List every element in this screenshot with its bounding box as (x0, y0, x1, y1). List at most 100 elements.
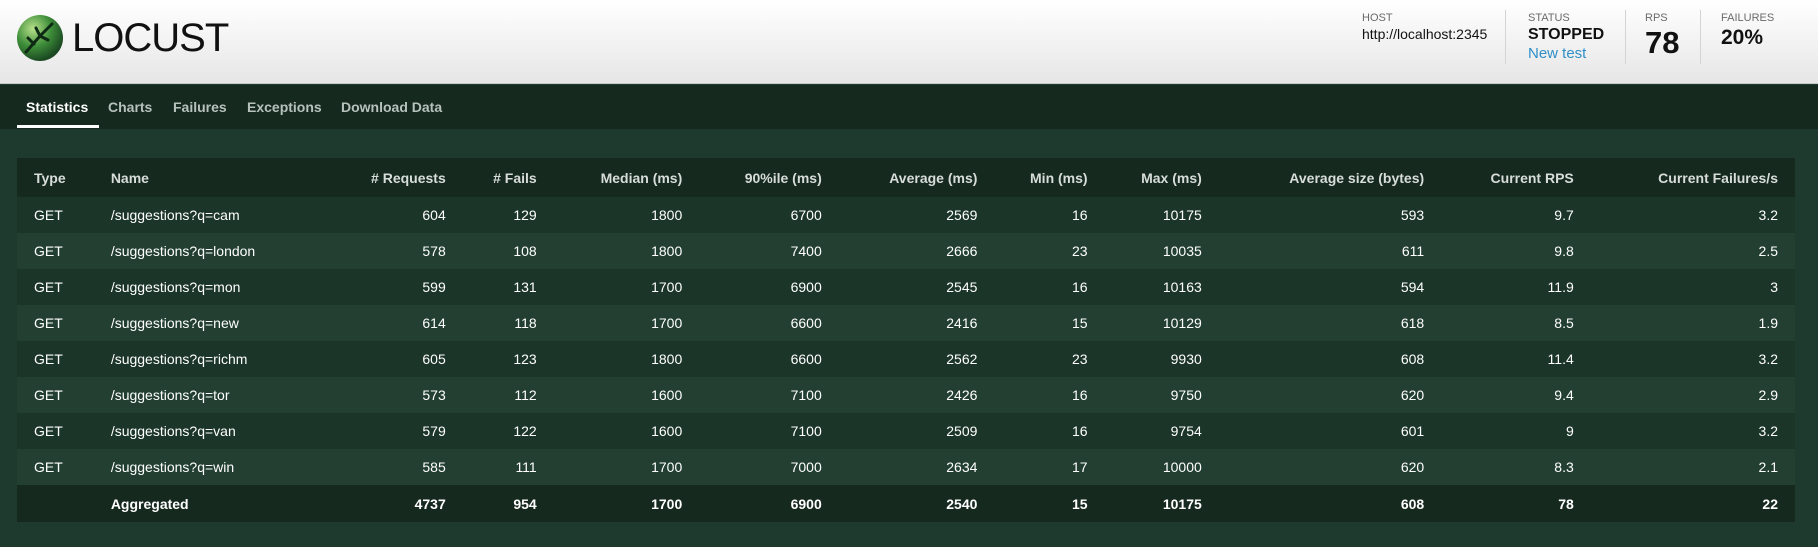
aggregated-cell: 4737 (414, 495, 446, 512)
table-cell: /suggestions?q=new (110, 315, 239, 331)
status-value: STOPPED (1528, 26, 1605, 43)
column-header[interactable]: # Requests (296, 158, 463, 197)
table-cell: 6700 (790, 207, 822, 223)
table-cell: 10163 (1162, 279, 1202, 295)
column-header[interactable]: Min (ms) (994, 158, 1104, 197)
table-cell: 3 (1770, 279, 1778, 295)
aggregated-cell: 78 (1558, 495, 1574, 512)
column-header[interactable]: Average (ms) (839, 158, 995, 197)
table-cell: 2.1 (1758, 459, 1778, 475)
table-cell: GET (34, 243, 63, 259)
table-cell: GET (34, 459, 63, 475)
table-row: GET/suggestions?q=new 614 118 1700 6600 2416 1… (17, 305, 1795, 341)
table-cell: 1.9 (1758, 315, 1778, 331)
table-cell: 2634 (946, 459, 978, 475)
table-cell: 611 (1401, 243, 1425, 259)
table-row: GET/suggestions?q=richm 605 123 1800 6600 256… (17, 341, 1795, 377)
table-row: GET/suggestions?q=cam 604 129 1800 6700 2569 1… (17, 197, 1795, 233)
table-cell: 1700 (651, 459, 683, 475)
table-cell: /suggestions?q=london (110, 243, 256, 259)
table-cell: 1800 (651, 351, 683, 367)
tab-exceptions[interactable]: Exceptions (247, 99, 322, 115)
table-cell: 1800 (651, 207, 683, 223)
column-header[interactable]: Name (94, 158, 296, 197)
table-body: GET/suggestions?q=cam 604 129 1800 6700 2569 1… (17, 197, 1795, 485)
active-tab-indicator (17, 125, 99, 128)
table-cell: 11.9 (1547, 279, 1574, 295)
status-label: STATUS (1528, 12, 1570, 24)
table-row: GET/suggestions?q=london 578 108 1800 7400 26… (17, 233, 1795, 269)
divider (1625, 10, 1626, 64)
aggregated-cell (17, 485, 94, 522)
table-cell: 10175 (1162, 207, 1202, 223)
aggregated-cell: 10175 (1162, 495, 1202, 512)
table-cell: 2426 (946, 387, 978, 403)
table-cell: 7000 (790, 459, 822, 475)
table-cell: 123 (513, 351, 537, 367)
table-row: GET/suggestions?q=tor 573 112 1600 7100 2426 1… (17, 377, 1795, 413)
table-cell: 614 (422, 315, 446, 331)
table-cell: 8.5 (1554, 315, 1574, 331)
logo-text: LOCUST (72, 16, 229, 60)
table-cell: GET (34, 387, 63, 403)
table-cell: 573 (422, 387, 446, 403)
column-header[interactable]: 90%ile (ms) (699, 158, 838, 197)
table-row: GET/suggestions?q=van 579 122 1600 7100 2509 1… (17, 413, 1795, 449)
host-label: HOST (1362, 12, 1393, 24)
aggregated-cell: 6900 (790, 495, 822, 512)
column-header[interactable]: Median (ms) (554, 158, 700, 197)
host-stat: HOST http://localhost:2345 (1362, 12, 1487, 43)
table-cell: 6600 (790, 315, 822, 331)
table-cell: 3.2 (1758, 351, 1778, 367)
table-cell: 599 (422, 279, 446, 295)
table-cell: 9.8 (1554, 243, 1574, 259)
table-cell: /suggestions?q=van (110, 423, 236, 439)
host-value: http://localhost:2345 (1362, 26, 1488, 42)
table-cell: 16 (1072, 423, 1088, 439)
statistics-table: Type Name # Requests # Fails Median (ms) 90%i… (17, 158, 1795, 522)
table-cell: 1800 (651, 243, 683, 259)
table-cell: 122 (513, 423, 537, 439)
tab-statistics[interactable]: Statistics (26, 99, 88, 115)
table-cell: 3.2 (1758, 207, 1778, 223)
table-cell: 618 (1400, 315, 1425, 331)
statistics-table-container: Type Name # Requests # Fails Median (ms) 90%i… (17, 158, 1795, 522)
column-header[interactable]: Current Failures/s (1591, 158, 1795, 197)
table-cell: 23 (1072, 351, 1088, 367)
table-cell: 7100 (790, 387, 822, 403)
tab-failures[interactable]: Failures (173, 99, 227, 115)
tab-charts[interactable]: Charts (108, 99, 152, 115)
table-row: GET/suggestions?q=mon 599 131 1700 6900 2545 1… (17, 269, 1795, 305)
table-cell: 2509 (946, 423, 978, 439)
aggregated-cell: 15 (1072, 495, 1088, 512)
table-cell: /suggestions?q=mon (110, 279, 241, 295)
table-cell: 3.2 (1758, 423, 1778, 439)
table-row: GET/suggestions?q=win 585 111 1700 7000 2634 1… (17, 449, 1795, 485)
aggregated-cell: 954 (513, 495, 537, 512)
table-cell: GET (34, 423, 63, 439)
column-header[interactable]: Max (ms) (1105, 158, 1219, 197)
table-cell: GET (34, 279, 63, 295)
column-header[interactable]: Average size (bytes) (1219, 158, 1441, 197)
tab-download-data[interactable]: Download Data (341, 99, 442, 115)
table-cell: 1700 (651, 315, 683, 331)
table-cell: 2.9 (1758, 387, 1778, 403)
table-cell: 6600 (790, 351, 822, 367)
table-cell: 10129 (1162, 315, 1202, 331)
table-cell: 2416 (946, 315, 978, 331)
table-cell: 620 (1400, 387, 1425, 403)
table-cell: 578 (422, 243, 446, 259)
table-cell: 620 (1400, 459, 1425, 475)
column-header[interactable]: Type (17, 158, 94, 197)
table-cell: 11.4 (1547, 351, 1574, 367)
aggregated-cell: 2540 (946, 495, 978, 512)
aggregated-cell: Aggregated (110, 495, 189, 512)
new-test-link[interactable]: New test (1528, 45, 1604, 63)
column-header[interactable]: Current RPS (1441, 158, 1591, 197)
aggregated-cell: 608 (1400, 495, 1425, 512)
divider (1505, 10, 1506, 64)
table-cell: 1600 (651, 387, 683, 403)
column-header[interactable]: # Fails (463, 158, 554, 197)
table-cell: 2545 (946, 279, 978, 295)
table-cell: 10035 (1162, 243, 1202, 259)
